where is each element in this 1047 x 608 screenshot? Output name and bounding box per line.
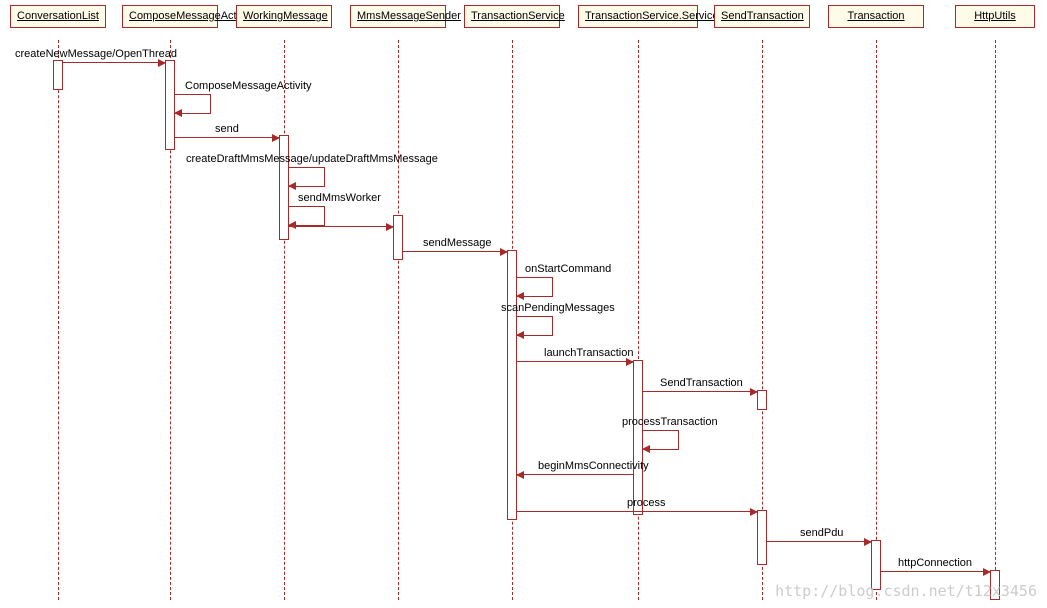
message-label: httpConnection <box>898 557 972 569</box>
participant-httputils: HttpUtils <box>955 5 1035 28</box>
lifeline <box>398 40 399 600</box>
participant-conversationlist: ConversationList <box>10 5 106 28</box>
message-label: sendMmsWorker <box>298 192 381 204</box>
participant-sendtransaction: SendTransaction <box>714 5 810 28</box>
message-label: createDraftMmsMessage/updateDraftMmsMess… <box>186 153 438 165</box>
activation-bar <box>757 390 767 410</box>
message-label: beginMmsConnectivity <box>538 460 649 472</box>
message-label: createNewMessage/OpenThread <box>15 48 177 60</box>
participant-transactionservice: TransactionService <box>464 5 560 28</box>
participant-workingmessage: WorkingMessage <box>236 5 332 28</box>
message-arrow <box>403 251 507 252</box>
participant-composemessageactivity: ComposeMessageActivity <box>122 5 218 28</box>
lifeline <box>284 40 285 600</box>
message-arrow <box>643 391 757 392</box>
self-message <box>289 167 325 187</box>
message-label: processTransaction <box>622 416 718 428</box>
message-arrow <box>289 226 393 227</box>
activation-bar <box>165 60 175 150</box>
self-message <box>517 316 553 336</box>
self-message <box>517 277 553 297</box>
lifeline <box>995 40 996 600</box>
lifeline <box>58 40 59 600</box>
message-arrow <box>767 541 871 542</box>
message-label: send <box>215 123 239 135</box>
message-arrow <box>63 62 165 63</box>
message-label: process <box>627 497 666 509</box>
message-label: scanPendingMessages <box>501 302 615 314</box>
message-arrow <box>517 474 633 475</box>
message-arrow <box>517 511 757 512</box>
message-arrow <box>881 571 990 572</box>
participant-mmsmessagesender: MmsMessageSender <box>350 5 446 28</box>
message-arrow <box>517 361 633 362</box>
message-label: onStartCommand <box>525 263 611 275</box>
self-message <box>175 94 211 114</box>
activation-bar <box>757 510 767 565</box>
message-label: sendPdu <box>800 527 843 539</box>
self-message <box>289 206 325 226</box>
participant-transaction: Transaction <box>828 5 924 28</box>
activation-bar <box>507 250 517 520</box>
message-label: SendTransaction <box>660 377 743 389</box>
message-label: ComposeMessageActivity <box>185 80 312 92</box>
lifeline <box>638 40 639 600</box>
message-label: launchTransaction <box>544 347 633 359</box>
watermark: http://blog.csdn.net/t12x3456 <box>775 582 1037 600</box>
activation-bar <box>633 360 643 515</box>
lifeline <box>876 40 877 600</box>
activation-bar <box>53 60 63 90</box>
participant-transactionservice-servicehandler: TransactionService.ServiceHandler <box>578 5 698 28</box>
activation-bar <box>393 215 403 260</box>
message-label: sendMessage <box>423 237 492 249</box>
self-message <box>643 430 679 450</box>
message-arrow <box>175 137 279 138</box>
